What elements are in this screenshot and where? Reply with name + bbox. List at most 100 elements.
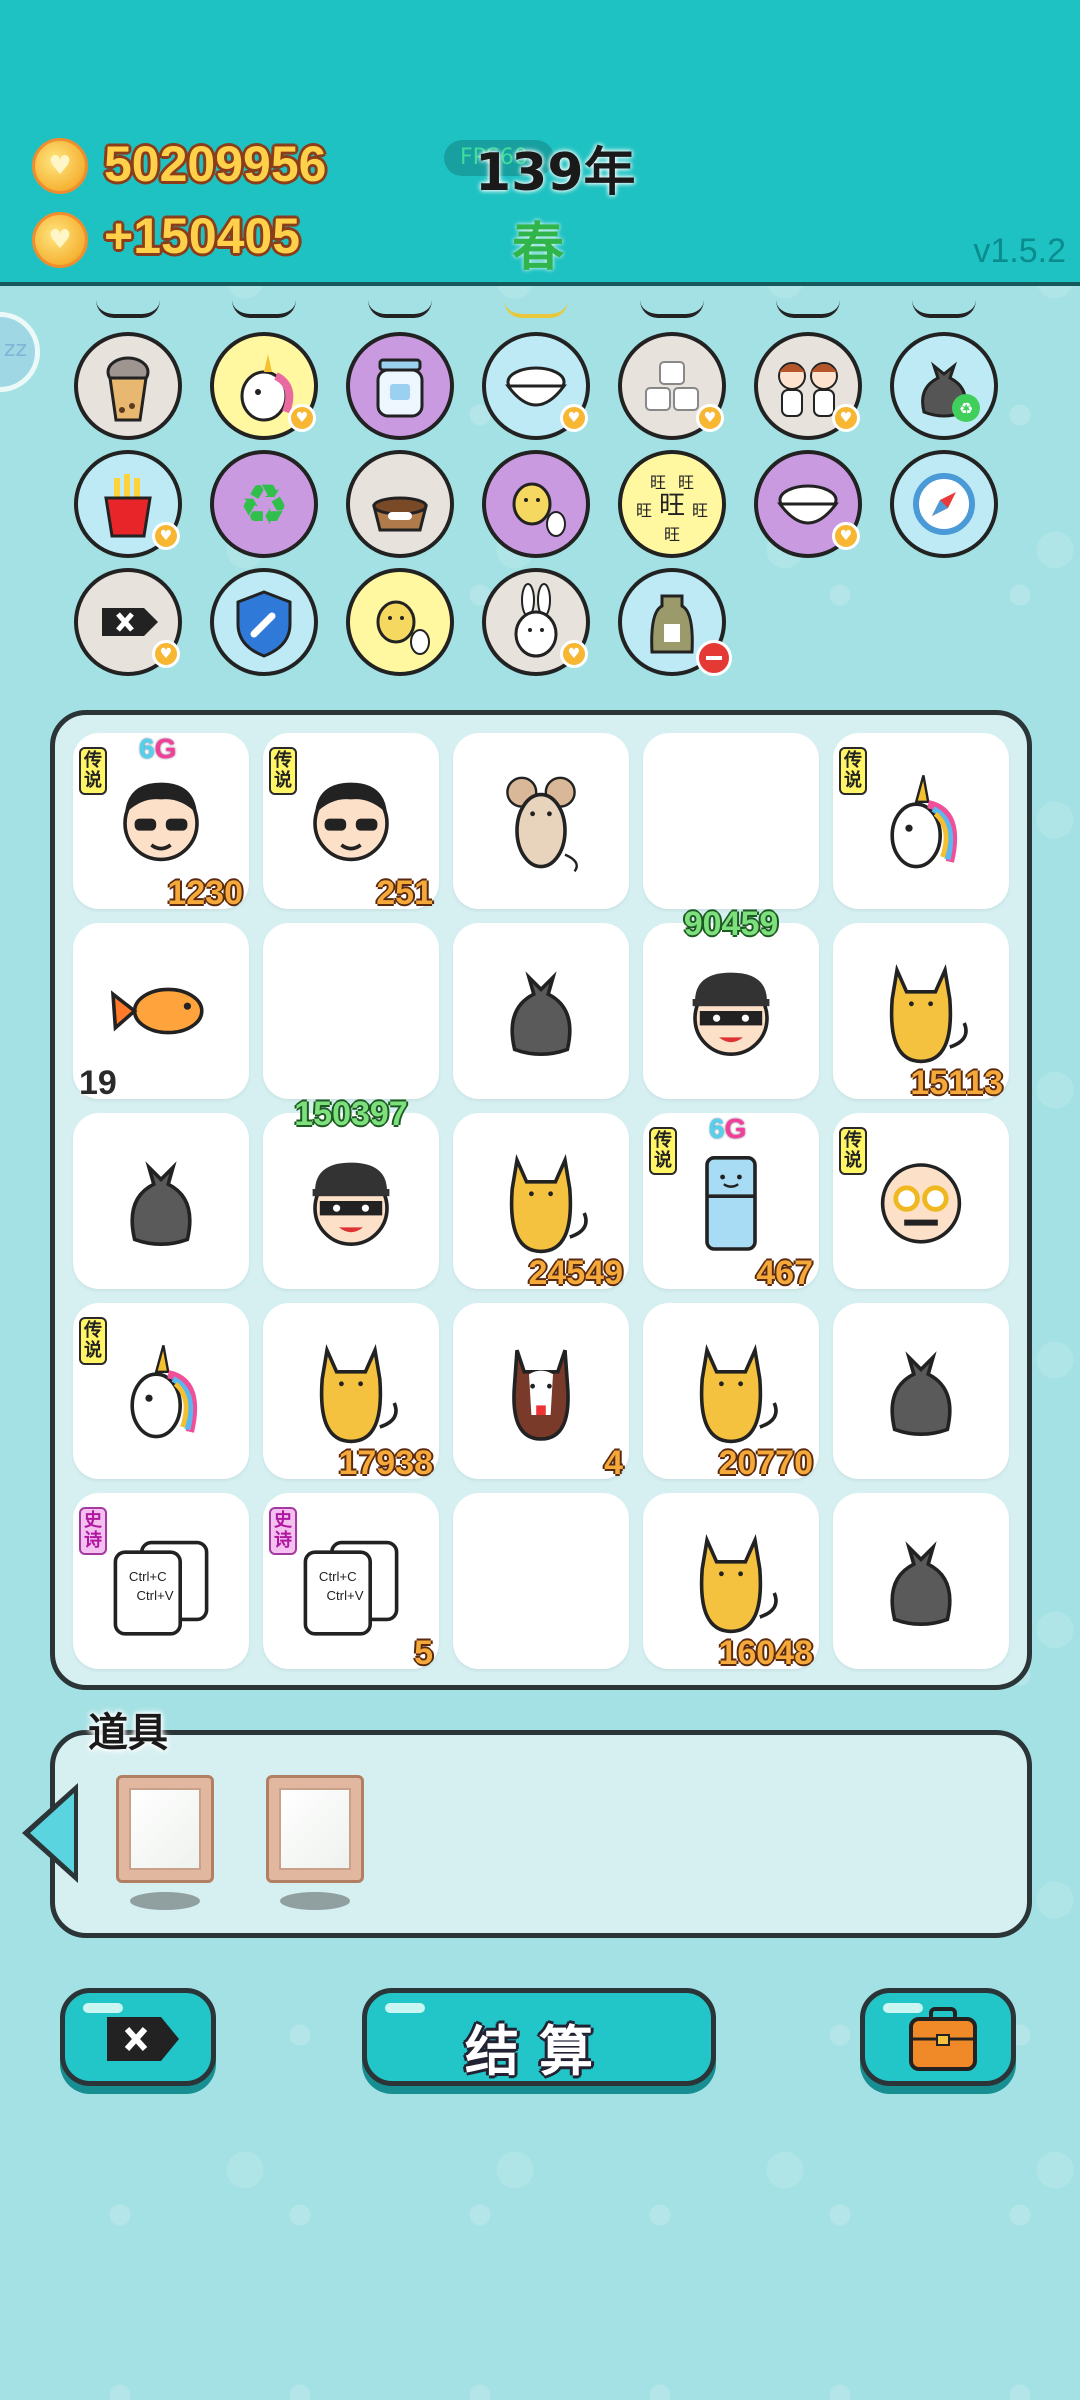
item-shadow — [280, 1892, 350, 1910]
thief-icon — [692, 972, 770, 1056]
top-status-bar: 50209956 +150405 FPS60 139年 春 v1.5.2 — [0, 0, 1080, 286]
fish-icon — [110, 987, 204, 1035]
picture-frame-icon[interactable] — [266, 1775, 364, 1883]
fries-icon[interactable] — [74, 450, 182, 558]
scroll-hint-edge — [96, 300, 160, 318]
svg-text:旺: 旺 — [659, 491, 685, 521]
heart-badge-icon — [152, 522, 180, 550]
chick-egg-icon[interactable] — [346, 568, 454, 676]
grid-cell[interactable]: 17938 — [263, 1303, 439, 1482]
cat-icon — [319, 1343, 398, 1444]
grid-cell[interactable]: 传说 — [833, 733, 1009, 909]
grid-cell-empty[interactable] — [263, 923, 439, 1099]
copy-paste-icon: Ctrl+C Ctrl+V — [303, 1540, 399, 1636]
count-label: 4 — [604, 1444, 623, 1482]
recycle-icon[interactable]: ♻ — [210, 450, 318, 558]
grid-cell[interactable]: 16048 — [643, 1493, 819, 1672]
bag-button[interactable] — [860, 1988, 1016, 2086]
svg-text:旺: 旺 — [678, 473, 694, 492]
grid-cell[interactable]: 传说 — [73, 1303, 249, 1479]
compass-icon[interactable] — [890, 450, 998, 558]
grid-cell[interactable]: 史诗 Ctrl+C Ctrl+V — [73, 1493, 249, 1669]
grid-cell[interactable] — [453, 923, 629, 1099]
unicorn-icon — [130, 1345, 198, 1439]
rice-bowl-icon[interactable] — [482, 332, 590, 440]
grid-cell[interactable]: 90459 — [643, 905, 819, 1099]
cat-icon — [889, 963, 968, 1064]
heart-badge-icon — [696, 404, 724, 432]
version-label: v1.5.2 — [973, 232, 1066, 270]
svg-text:Ctrl+C: Ctrl+C — [319, 1569, 357, 1584]
grid-cell[interactable]: 传说 251 — [263, 733, 439, 912]
grid-cell[interactable]: 20770 — [643, 1303, 819, 1482]
pet-food-icon[interactable] — [346, 450, 454, 558]
year-label: 139年 — [475, 143, 636, 203]
season-label: 春 — [512, 218, 565, 278]
sunglasses-man-icon — [313, 782, 389, 862]
delete-key-icon[interactable] — [74, 568, 182, 676]
grid-cell[interactable]: 4 — [453, 1303, 629, 1482]
grid-cell[interactable]: 24549 — [453, 1113, 629, 1292]
count-label: 251 — [376, 874, 433, 912]
grid-cell[interactable]: 6G 传说 467 — [643, 1113, 819, 1292]
bubble-tea-icon[interactable] — [74, 332, 182, 440]
grid-cell[interactable] — [833, 1493, 1009, 1669]
rice-bowl-icon[interactable] — [754, 450, 862, 558]
copy-paste-icon: Ctrl+C Ctrl+V — [113, 1540, 209, 1636]
cat-icon — [699, 1343, 778, 1444]
fridge-icon — [705, 1156, 757, 1251]
chick-egg-icon[interactable] — [482, 450, 590, 558]
grid-cell-empty[interactable] — [643, 733, 819, 909]
shield-wrench-icon[interactable] — [210, 568, 318, 676]
scroll-hint-edge — [504, 300, 568, 318]
sack-icon[interactable] — [618, 568, 732, 676]
grid-cell-empty[interactable] — [453, 1493, 629, 1669]
scroll-hint-edge — [368, 300, 432, 318]
picture-frame-icon[interactable] — [116, 1775, 214, 1883]
grid-board: 6G 传说 1230 传说 251 传说 19 90459 15113 1503… — [50, 710, 1032, 1690]
gold-coin-icon — [32, 212, 88, 268]
settle-button[interactable]: 结算 — [362, 1988, 716, 2086]
svg-text:旺: 旺 — [692, 501, 708, 520]
grid-cell[interactable] — [73, 1113, 249, 1289]
grid-cell[interactable] — [453, 733, 629, 909]
count-label: 467 — [756, 1254, 813, 1292]
sunglasses-man-icon — [123, 782, 199, 862]
briefcase-icon — [909, 2007, 977, 2071]
delete-key-icon — [107, 2017, 179, 2061]
husky-dog-icon — [512, 1349, 570, 1441]
svg-text:Ctrl+V: Ctrl+V — [326, 1588, 363, 1603]
grid-cell[interactable]: 6G 传说 1230 — [73, 733, 249, 912]
heart-badge-icon — [832, 404, 860, 432]
grid-cell[interactable]: 传说 — [833, 1113, 1009, 1289]
remove-badge-icon[interactable] — [696, 640, 732, 676]
twins-icon[interactable] — [754, 332, 862, 440]
coins-rate: +150405 — [104, 208, 301, 264]
delete-button[interactable] — [60, 1988, 216, 2086]
rabbit-icon[interactable] — [482, 568, 590, 676]
count-label: 1230 — [167, 874, 243, 912]
jar-icon[interactable] — [346, 332, 454, 440]
left-arrow-icon[interactable] — [22, 1783, 78, 1883]
trash-bag-icon — [890, 1351, 952, 1436]
scroll-hint-edge — [640, 300, 704, 318]
count-label: 20770 — [718, 1444, 813, 1482]
scroll-hint-edge — [912, 300, 976, 318]
recycle-bag-icon[interactable]: ♻ — [890, 332, 998, 440]
trash-bag-icon — [130, 1161, 192, 1246]
svg-text:♻: ♻ — [239, 473, 289, 538]
grid-cell[interactable] — [833, 1303, 1009, 1479]
sugar-cubes-icon[interactable] — [618, 332, 726, 440]
trash-bag-icon — [510, 971, 572, 1056]
old-man-glasses-icon — [880, 1163, 962, 1244]
unicorn-icon[interactable] — [210, 332, 318, 440]
grid-cell[interactable]: 史诗 Ctrl+C Ctrl+V 5 — [263, 1493, 439, 1672]
grid-cell[interactable]: 15113 — [833, 923, 1009, 1102]
count-label: 150397 — [294, 1095, 408, 1133]
grid-cell[interactable]: 150397 — [263, 1095, 439, 1289]
wangwang-icon[interactable]: 旺旺旺旺旺旺 — [618, 450, 726, 558]
grid-cell[interactable]: 19 — [73, 923, 249, 1102]
scroll-hint-edge — [232, 300, 296, 318]
count-label: 24549 — [528, 1254, 623, 1292]
scroll-hint-edge — [776, 300, 840, 318]
